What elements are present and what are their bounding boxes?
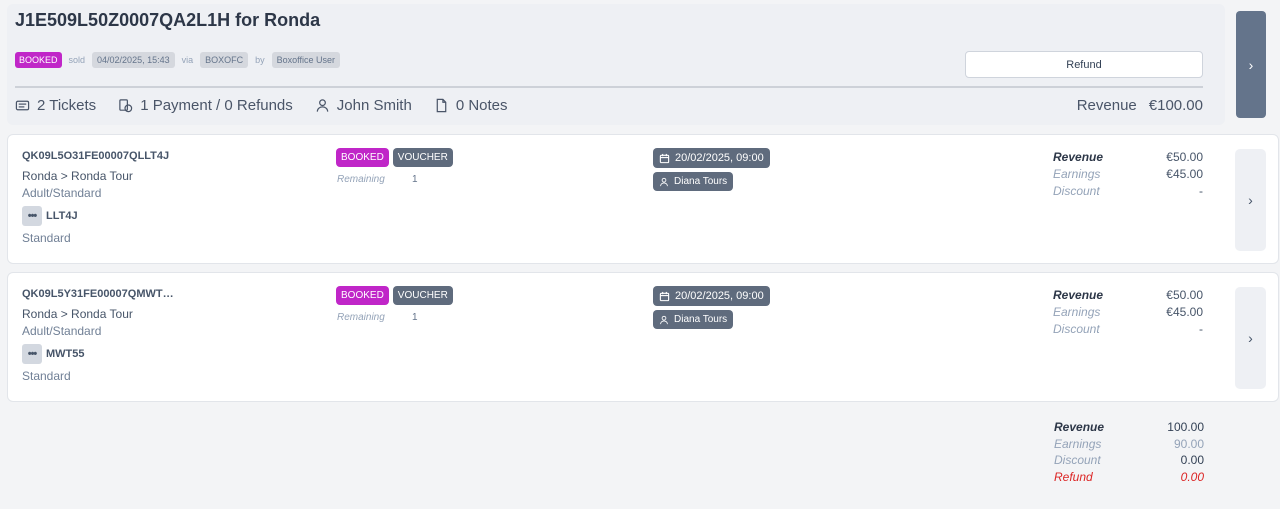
- revenue-value: €50.00: [1166, 288, 1203, 302]
- booking-meta: BOOKED sold 04/02/2025, 15:43 via BOXOFC…: [15, 52, 341, 68]
- summary-discount-value: 0.00: [1180, 453, 1204, 467]
- ticket-short-code: ••• MWT55: [22, 344, 85, 364]
- notes-count: 0 Notes: [455, 97, 508, 114]
- remaining-value: 1: [412, 312, 418, 323]
- coins-icon: [119, 99, 133, 113]
- stat-payments[interactable]: 1 Payment / 0 Refunds: [118, 97, 293, 114]
- summary-discount-label: Discount: [1054, 453, 1101, 467]
- sold-date: 04/02/2025, 15:43: [92, 52, 175, 68]
- ticket-short-code: ••• LLT4J: [22, 206, 78, 226]
- ticket-guide[interactable]: Diana Tours: [653, 310, 734, 329]
- ticket-tour: Ronda > Ronda Tour: [22, 307, 133, 321]
- more-dots-icon[interactable]: •••: [22, 206, 42, 226]
- short-code-text: LLT4J: [46, 210, 78, 222]
- ticket-financials: Revenue €50.00 Earnings €45.00 Discount -: [1053, 288, 1203, 339]
- ticket-badges: BOOKED VOUCHER: [336, 286, 453, 305]
- booking-stats: 2 Tickets 1 Payment / 0 Refunds John Smi…: [15, 97, 530, 114]
- earnings-label: Earnings: [1053, 305, 1101, 319]
- via-label: via: [181, 55, 194, 65]
- discount-label: Discount: [1053, 184, 1100, 198]
- earnings-value: €45.00: [1166, 167, 1203, 181]
- short-code-text: MWT55: [46, 348, 85, 360]
- ticket-datetime[interactable]: 20/02/2025, 09:00: [653, 286, 770, 306]
- earnings-label: Earnings: [1053, 167, 1101, 181]
- summary-refund-label: Refund: [1054, 469, 1093, 484]
- earnings-value: €45.00: [1166, 305, 1203, 319]
- ticket-icon: [15, 100, 30, 111]
- ticket-badges: BOOKED VOUCHER: [336, 148, 453, 167]
- kind-badge: VOUCHER: [392, 286, 453, 305]
- header-divider: [15, 86, 1203, 88]
- summary-revenue-label: Revenue: [1054, 420, 1105, 434]
- datetime-text: 20/02/2025, 09:00: [675, 290, 764, 302]
- user-icon: [316, 99, 329, 112]
- datetime-text: 20/02/2025, 09:00: [675, 152, 764, 164]
- ticket-open-button[interactable]: ›: [1235, 149, 1266, 251]
- revenue-value: €50.00: [1166, 150, 1203, 164]
- stat-tickets[interactable]: 2 Tickets: [15, 97, 96, 114]
- ticket-card: QK09L5Y31FE00007QMWT… Ronda > Ronda Tour…: [7, 272, 1279, 402]
- ticket-financials: Revenue €50.00 Earnings €45.00 Discount -: [1053, 150, 1203, 201]
- user-icon: [660, 177, 668, 186]
- ticket-card: QK09L5O31FE00007QLLT4J Ronda > Ronda Tou…: [7, 134, 1279, 264]
- payments-count: 1 Payment / 0 Refunds: [140, 97, 293, 114]
- header-revenue: Revenue €100.00: [1077, 97, 1203, 114]
- ticket-open-button[interactable]: ›: [1235, 287, 1266, 389]
- sold-label: sold: [68, 55, 86, 65]
- booking-summary: Revenue 100.00 Earnings 90.00 Discount 0.00…: [1054, 420, 1204, 486]
- channel-chip: BOXOFC: [200, 52, 249, 68]
- status-badge: BOOKED: [336, 148, 389, 167]
- stat-customer[interactable]: John Smith: [315, 97, 412, 114]
- revenue-value: €100.00: [1148, 97, 1203, 114]
- tickets-count: 2 Tickets: [37, 97, 97, 114]
- ticket-type: Adult/Standard: [22, 324, 102, 338]
- customer-name: John Smith: [336, 97, 412, 114]
- user-icon: [660, 315, 668, 324]
- stat-notes[interactable]: 0 Notes: [434, 97, 508, 114]
- summary-earnings-value: 90.00: [1173, 436, 1204, 451]
- ticket-guide[interactable]: Diana Tours: [653, 172, 734, 191]
- document-icon: [436, 98, 447, 113]
- summary-refund-value: 0.00: [1180, 469, 1204, 484]
- revenue-label: Revenue: [1053, 150, 1104, 164]
- user-chip: Boxoffice User: [271, 52, 341, 68]
- chevron-right-icon: ›: [1248, 330, 1253, 346]
- discount-value: -: [1199, 184, 1203, 198]
- revenue-label: Revenue: [1076, 97, 1137, 114]
- ticket-datetime[interactable]: 20/02/2025, 09:00: [653, 148, 770, 168]
- remaining-value: 1: [412, 174, 418, 185]
- booking-header: J1E509L50Z0007QA2L1H for Ronda BOOKED so…: [7, 4, 1225, 125]
- ticket-variant: Standard: [22, 231, 71, 245]
- guide-text: Diana Tours: [674, 314, 728, 325]
- remaining-label: Remaining: [337, 312, 385, 323]
- discount-label: Discount: [1053, 322, 1100, 336]
- discount-value: -: [1199, 322, 1203, 336]
- chevron-right-icon: ›: [1248, 56, 1254, 73]
- status-badge: BOOKED: [15, 52, 62, 68]
- ticket-tour: Ronda > Ronda Tour: [22, 169, 133, 183]
- status-badge: BOOKED: [336, 286, 389, 305]
- page-title: J1E509L50Z0007QA2L1H for Ronda: [15, 10, 321, 30]
- summary-earnings-label: Earnings: [1054, 436, 1102, 451]
- expand-panel-button[interactable]: ›: [1236, 11, 1266, 118]
- by-label: by: [255, 55, 265, 65]
- remaining-label: Remaining: [337, 174, 385, 185]
- revenue-label: Revenue: [1053, 288, 1104, 302]
- refund-button[interactable]: Refund: [965, 51, 1203, 78]
- summary-revenue-value: 100.00: [1167, 420, 1204, 434]
- kind-badge: VOUCHER: [392, 148, 453, 167]
- guide-text: Diana Tours: [674, 176, 728, 187]
- ticket-code[interactable]: QK09L5O31FE00007QLLT4J: [22, 150, 169, 162]
- ticket-type: Adult/Standard: [22, 186, 102, 200]
- calendar-icon: [659, 153, 670, 163]
- ticket-code[interactable]: QK09L5Y31FE00007QMWT…: [22, 288, 174, 300]
- chevron-right-icon: ›: [1248, 192, 1253, 208]
- ticket-variant: Standard: [22, 369, 71, 383]
- more-dots-icon[interactable]: •••: [22, 344, 42, 364]
- calendar-icon: [659, 291, 670, 301]
